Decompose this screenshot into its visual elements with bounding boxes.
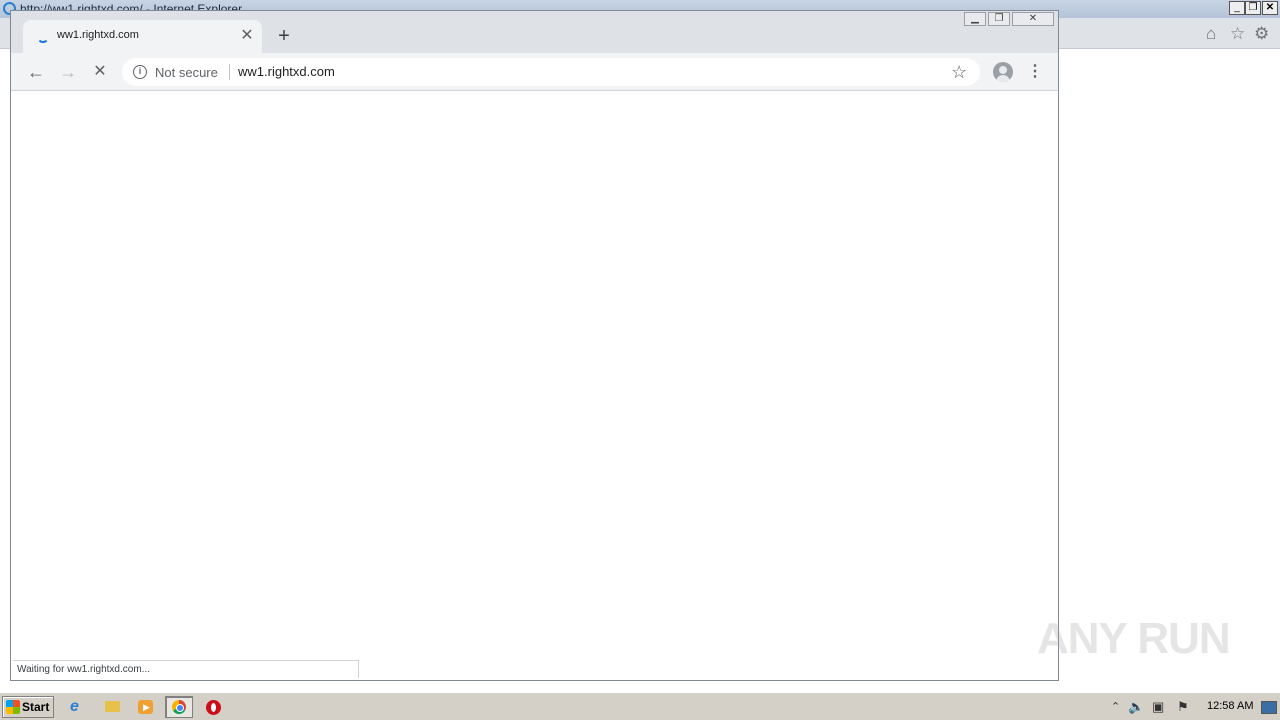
site-info-icon[interactable]: i: [133, 65, 147, 79]
clock[interactable]: 12:58 AM: [1207, 700, 1253, 712]
volume-icon[interactable]: 🔈: [1128, 699, 1144, 715]
omnibox-separator: [229, 64, 230, 80]
ie-restore-button[interactable]: ❐: [1245, 1, 1261, 15]
windows-logo-icon: [6, 700, 20, 714]
action-center-flag-icon[interactable]: ⚑: [1177, 699, 1189, 715]
minimize-button[interactable]: ▁: [964, 12, 986, 26]
new-tab-button[interactable]: +: [273, 25, 295, 47]
tab-title: ww1.rightxd.com: [57, 29, 139, 41]
back-button[interactable]: ←: [25, 62, 47, 82]
avatar-body: [996, 75, 1010, 82]
anyrun-watermark: ANY RUN: [1037, 614, 1231, 663]
status-bubble: Waiting for ww1.rightxd.com...: [13, 660, 359, 678]
opera-icon[interactable]: [200, 696, 228, 718]
browser-toolbar: ← → ✕ i Not secure ww1.rightxd.com ☆ ⋮: [11, 53, 1058, 91]
start-label: Start: [22, 700, 50, 714]
media-player-icon[interactable]: ▶: [132, 696, 160, 718]
address-bar[interactable]: i Not secure ww1.rightxd.com ☆: [122, 58, 980, 86]
loading-spinner-icon: [37, 31, 49, 43]
start-button[interactable]: Start: [2, 696, 54, 718]
ie-close-button[interactable]: ✕: [1262, 1, 1278, 15]
forward-button[interactable]: →: [57, 62, 79, 82]
avatar-head: [999, 66, 1007, 74]
ie-settings-gear-icon[interactable]: ⚙: [1254, 25, 1269, 43]
internet-explorer-icon[interactable]: e: [64, 696, 92, 718]
profile-avatar-icon[interactable]: [993, 62, 1013, 82]
restore-button[interactable]: ❐: [988, 12, 1010, 26]
url-text[interactable]: ww1.rightxd.com: [238, 64, 335, 79]
folder-icon[interactable]: [99, 696, 127, 718]
bookmark-star-icon[interactable]: ☆: [951, 62, 967, 82]
network-icon[interactable]: ▣: [1152, 699, 1164, 715]
security-indicator[interactable]: Not secure: [155, 65, 218, 80]
chrome-menu-icon[interactable]: ⋮: [1027, 62, 1043, 82]
ie-home-icon[interactable]: ⌂: [1206, 25, 1216, 43]
show-hidden-icons-icon[interactable]: ⌃: [1111, 699, 1120, 715]
stop-loading-button[interactable]: ✕: [89, 62, 111, 82]
page-content[interactable]: [11, 91, 1058, 680]
chrome-window: ww1.rightxd.com ✕ + ▁ ❐ ✕ ← → ✕ i Not se…: [10, 10, 1059, 681]
close-window-button[interactable]: ✕: [1012, 12, 1054, 26]
chrome-icon[interactable]: [165, 696, 193, 718]
taskbar: Start e ▶ ⌃ 🔈 ▣ ⚑ 12:58 AM: [0, 692, 1280, 720]
tab-close-icon[interactable]: ✕: [237, 26, 257, 46]
show-desktop-icon[interactable]: [1261, 701, 1277, 714]
tab-strip: ww1.rightxd.com ✕ + ▁ ❐ ✕: [11, 11, 1058, 53]
ie-minimize-button[interactable]: _: [1229, 1, 1245, 15]
ie-favorites-icon[interactable]: ☆: [1230, 25, 1245, 43]
browser-tab[interactable]: ww1.rightxd.com ✕: [23, 20, 262, 53]
